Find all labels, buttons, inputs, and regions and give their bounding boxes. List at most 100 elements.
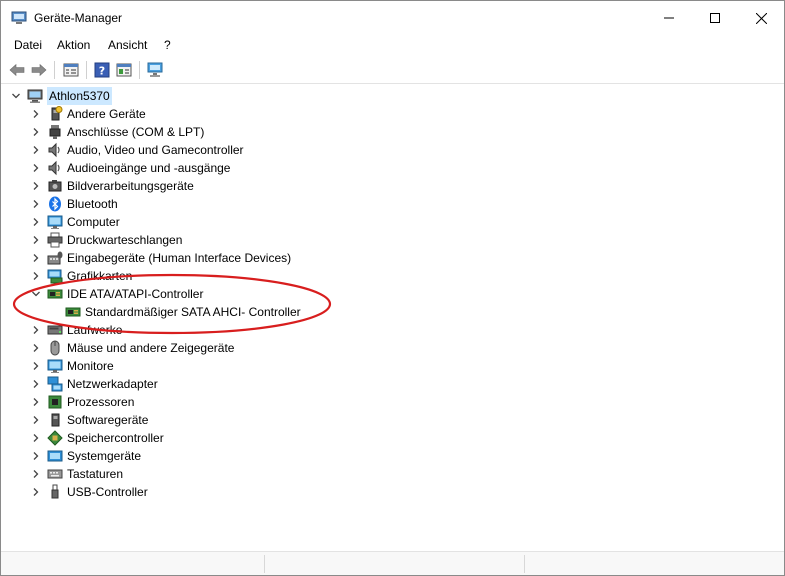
status-bar [1, 551, 784, 575]
tree-item-grafikkarten[interactable]: Grafikkarten [29, 267, 132, 285]
forward-arrow-icon [31, 63, 47, 77]
tree-item-label: Eingabegeräte (Human Interface Devices) [67, 251, 292, 265]
back-arrow-icon [9, 63, 25, 77]
chevron-right-icon[interactable] [29, 393, 43, 411]
tree-item-audioeingaenge[interactable]: Audioeingänge und -ausgänge [29, 159, 230, 177]
chevron-down-icon[interactable] [9, 87, 23, 105]
controller-icon [65, 304, 81, 320]
tree-item-label: Mäuse und andere Zeigegeräte [67, 341, 235, 355]
tree-item-label: Bildverarbeitungsgeräte [67, 179, 194, 193]
scan-hardware-button[interactable] [145, 60, 165, 80]
tree-item-druckwarteschlangen[interactable]: Druckwarteschlangen [29, 231, 182, 249]
chevron-right-icon[interactable] [29, 429, 43, 447]
window-title: Geräte-Manager [34, 11, 123, 25]
chevron-right-icon[interactable] [29, 483, 43, 501]
back-button[interactable] [7, 60, 27, 80]
computer-icon [27, 88, 43, 104]
tree-item-label: Grafikkarten [67, 269, 133, 283]
properties-button[interactable] [61, 60, 81, 80]
chevron-down-icon[interactable] [29, 285, 43, 303]
software-device-icon [47, 412, 63, 428]
update-driver-button[interactable] [114, 60, 134, 80]
minimize-button[interactable] [646, 1, 692, 35]
chevron-right-icon[interactable] [29, 447, 43, 465]
properties-icon [63, 63, 79, 77]
tree-item-label: Anschlüsse (COM & LPT) [67, 125, 205, 139]
bluetooth-icon [47, 196, 63, 212]
menu-bar: Datei Aktion Ansicht ? [1, 35, 784, 55]
help-button[interactable]: ? [92, 60, 112, 80]
tree-item-laufwerke[interactable]: Laufwerke [29, 321, 122, 339]
tree-child-sata-ahci[interactable]: Standardmäßiger SATA AHCI- Controller [47, 303, 301, 321]
tree-item-label: Softwaregeräte [67, 413, 149, 427]
speaker-icon [47, 142, 63, 158]
status-separator [524, 555, 525, 573]
svg-text:?: ? [99, 65, 105, 78]
tree-item-label: Audio, Video und Gamecontroller [67, 143, 244, 157]
menu-datei[interactable]: Datei [13, 38, 43, 52]
tree-item-label: Computer [67, 215, 120, 229]
menu-ansicht[interactable]: Ansicht [107, 38, 148, 52]
tree-item-andere-geraete[interactable]: Andere Geräte [29, 105, 146, 123]
speaker-icon [47, 160, 63, 176]
port-icon [47, 124, 63, 140]
tree-item-bildverarbeitung[interactable]: Bildverarbeitungsgeräte [29, 177, 194, 195]
tree-item-tastaturen[interactable]: Tastaturen [29, 465, 123, 483]
chevron-right-icon[interactable] [29, 213, 43, 231]
tree-item-computer[interactable]: Computer [29, 213, 120, 231]
chevron-right-icon[interactable] [29, 267, 43, 285]
tree-item-ide-ata[interactable]: IDE ATA/ATAPI-Controller [29, 285, 203, 303]
help-icon: ? [94, 62, 110, 78]
chevron-right-icon[interactable] [29, 249, 43, 267]
forward-button[interactable] [29, 60, 49, 80]
device-manager-icon [11, 11, 27, 25]
tree-item-speichercontroller[interactable]: Speichercontroller [29, 429, 164, 447]
tree-item-audio-video[interactable]: Audio, Video und Gamecontroller [29, 141, 244, 159]
tree-item-prozessoren[interactable]: Prozessoren [29, 393, 134, 411]
tree-item-label: Prozessoren [67, 395, 135, 409]
tree-item-systemgeraete[interactable]: Systemgeräte [29, 447, 141, 465]
chevron-right-icon[interactable] [29, 231, 43, 249]
tree-item-label: Laufwerke [67, 323, 123, 337]
tree-item-usb-controller[interactable]: USB-Controller [29, 483, 148, 501]
tree-item-maeuse[interactable]: Mäuse und andere Zeigegeräte [29, 339, 234, 357]
tree-item-label: Monitore [67, 359, 114, 373]
tree-item-bluetooth[interactable]: Bluetooth [29, 195, 118, 213]
tree-root[interactable]: Athlon5370 [9, 87, 112, 105]
chevron-right-icon[interactable] [29, 123, 43, 141]
title-bar[interactable]: Geräte-Manager [1, 1, 784, 35]
tree-item-anschluesse[interactable]: Anschlüsse (COM & LPT) [29, 123, 204, 141]
chevron-right-icon[interactable] [29, 141, 43, 159]
device-tree: Athlon5370 Andere Geräte Anschlüsse (COM… [1, 84, 782, 551]
chevron-right-icon[interactable] [29, 177, 43, 195]
printer-icon [47, 232, 63, 248]
tree-item-eingabegeraete[interactable]: Eingabegeräte (Human Interface Devices) [29, 249, 291, 267]
close-button[interactable] [738, 1, 784, 35]
storage-controller-icon [47, 430, 63, 446]
chevron-right-icon[interactable] [29, 465, 43, 483]
chevron-right-icon[interactable] [29, 105, 43, 123]
tree-item-netzwerkadapter[interactable]: Netzwerkadapter [29, 375, 158, 393]
menu-aktion[interactable]: Aktion [56, 38, 91, 52]
toolbar: ? [1, 57, 784, 84]
chevron-right-icon[interactable] [29, 159, 43, 177]
chevron-right-icon[interactable] [29, 357, 43, 375]
chevron-right-icon[interactable] [29, 411, 43, 429]
tree-item-monitore[interactable]: Monitore [29, 357, 114, 375]
toolbar-separator [139, 61, 140, 79]
usb-icon [47, 484, 63, 500]
monitor-icon [47, 214, 63, 230]
menu-help[interactable]: ? [163, 38, 172, 52]
maximize-button[interactable] [692, 1, 738, 35]
chevron-right-icon[interactable] [29, 321, 43, 339]
chevron-right-icon[interactable] [29, 375, 43, 393]
tree-item-softwaregeraete[interactable]: Softwaregeräte [29, 411, 148, 429]
chevron-right-icon[interactable] [29, 339, 43, 357]
chevron-right-icon[interactable] [29, 195, 43, 213]
tree-item-label: Druckwarteschlangen [67, 233, 183, 247]
tree-item-label: Bluetooth [67, 197, 118, 211]
tree-item-label: Standardmäßiger SATA AHCI- Controller [85, 305, 301, 319]
tree-item-label: Andere Geräte [67, 107, 146, 121]
processor-icon [47, 394, 63, 410]
